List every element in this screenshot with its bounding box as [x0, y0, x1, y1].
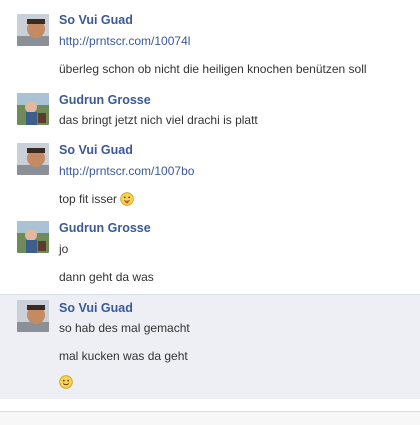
- woman-avatar-icon: [17, 221, 49, 253]
- author-name[interactable]: Gudrun Grosse: [59, 93, 151, 107]
- avatar[interactable]: [17, 93, 49, 125]
- message-text: das bringt jetzt nich viel drachi is pla…: [59, 113, 258, 127]
- author-name[interactable]: So Vui Guad: [59, 13, 133, 27]
- avatar[interactable]: [17, 14, 49, 46]
- message-text: mal kucken was da geht: [59, 349, 188, 363]
- message-text: überleg schon ob nicht die heiligen knoc…: [59, 62, 367, 76]
- avatar[interactable]: [17, 221, 49, 253]
- chat-message: So Vui Guad http://prntscr.com/10074l üb…: [0, 0, 420, 90]
- author-name[interactable]: Gudrun Grosse: [59, 221, 151, 235]
- avatar[interactable]: [17, 300, 49, 332]
- woman-avatar-icon: [17, 93, 49, 125]
- author-name[interactable]: So Vui Guad: [59, 143, 133, 157]
- message-text-row: top fit isser: [59, 192, 134, 206]
- chat-message: Gudrun Grosse jo dann geht da was: [0, 216, 420, 294]
- man-avatar-icon: [17, 300, 49, 332]
- message-text: top fit isser: [59, 192, 118, 206]
- message-text: dann geht da was: [59, 270, 154, 284]
- avatar[interactable]: [17, 143, 49, 175]
- composer-area[interactable]: [0, 412, 420, 425]
- smile-emoji-icon: [59, 375, 73, 389]
- author-name[interactable]: So Vui Guad: [59, 301, 133, 315]
- message-emoji-row: [56, 375, 73, 389]
- chat-message: So Vui Guad http://prntscr.com/1007bo to…: [0, 134, 420, 216]
- message-text: jo: [59, 242, 69, 256]
- tongue-emoji-icon: [120, 192, 134, 206]
- chat-message: Gudrun Grosse das bringt jetzt nich viel…: [0, 90, 420, 134]
- man-avatar-icon: [17, 14, 49, 46]
- message-link[interactable]: http://prntscr.com/1007bo: [59, 164, 194, 178]
- message-text: so hab des mal gemacht: [59, 321, 190, 335]
- message-link[interactable]: http://prntscr.com/10074l: [59, 34, 190, 48]
- man-avatar-icon: [17, 143, 49, 175]
- chat-message-highlighted: So Vui Guad so hab des mal gemacht mal k…: [0, 294, 420, 399]
